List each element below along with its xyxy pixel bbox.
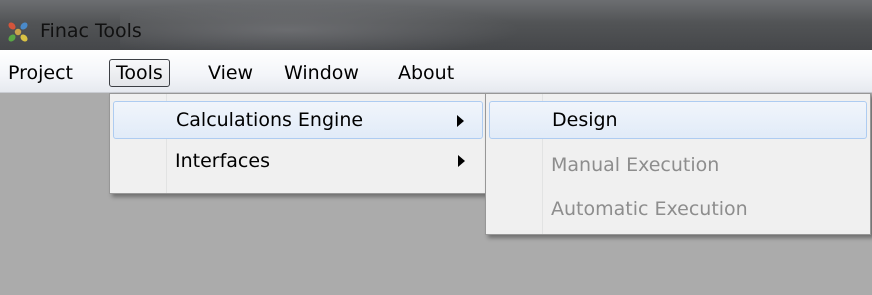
menu-item-interfaces[interactable]: Interfaces: [113, 142, 483, 180]
tools-dropdown: Calculations Engine Interfaces: [109, 93, 487, 194]
menu-bar: Project Tools View Window About: [0, 50, 872, 93]
menu-item-label: Manual Execution: [551, 154, 720, 176]
menu-window[interactable]: Window: [278, 60, 365, 86]
menu-item-label: Automatic Execution: [551, 198, 748, 220]
window-title: Finac Tools: [40, 20, 142, 42]
menu-tools[interactable]: Tools: [109, 59, 170, 87]
menu-item-automatic-execution[interactable]: Automatic Execution: [489, 190, 867, 228]
menu-item-label: Design: [552, 109, 618, 131]
calculations-engine-submenu: Design Manual Execution Automatic Execut…: [485, 93, 871, 235]
submenu-arrow-icon: [457, 115, 464, 127]
menu-item-design[interactable]: Design: [489, 101, 867, 139]
menu-view[interactable]: View: [202, 60, 259, 86]
menu-project[interactable]: Project: [2, 60, 79, 86]
menu-item-label: Calculations Engine: [176, 109, 364, 131]
menu-item-label: Interfaces: [175, 150, 270, 172]
menu-item-calculations-engine[interactable]: Calculations Engine: [113, 101, 483, 139]
menu-about[interactable]: About: [392, 60, 460, 86]
app-logo-icon: [8, 22, 28, 42]
menu-item-manual-execution[interactable]: Manual Execution: [489, 146, 867, 184]
submenu-arrow-icon: [458, 155, 465, 167]
